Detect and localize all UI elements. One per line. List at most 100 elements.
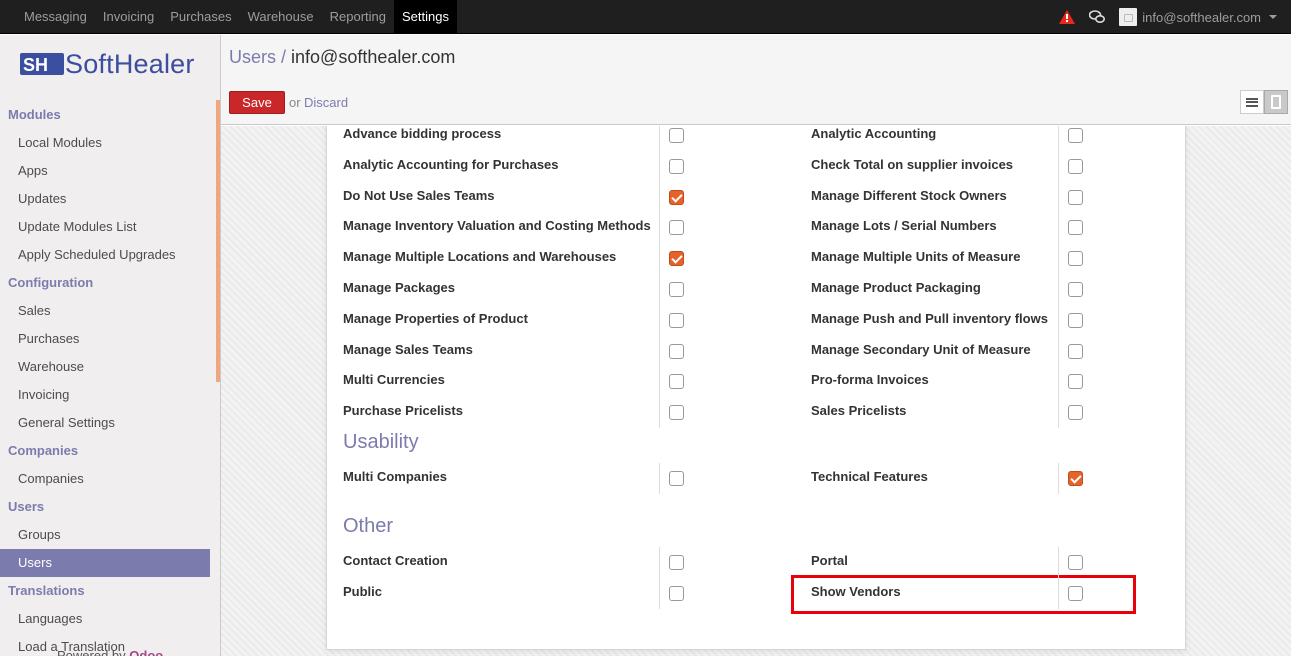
checkbox-analytic-accounting[interactable] xyxy=(1068,128,1083,143)
form-sheet: Advance bidding process Analytic Accounti… xyxy=(326,126,1186,650)
checkbox-manage-sales-teams[interactable] xyxy=(669,343,684,359)
list-view-button[interactable] xyxy=(1240,90,1264,114)
form-content-area: Advance bidding process Analytic Accounti… xyxy=(221,126,1291,656)
sidebar-item-invoicing[interactable]: Invoicing xyxy=(0,381,210,409)
chat-icon[interactable] xyxy=(1089,10,1106,24)
checkbox-manage-product-packaging[interactable] xyxy=(1068,282,1083,297)
checkbox-do-not-use-sales-teams[interactable] xyxy=(669,189,684,205)
setting-label: Manage Lots / Serial Numbers xyxy=(811,218,997,234)
user-email: info@softhealer.com xyxy=(1142,9,1261,25)
column-divider xyxy=(659,243,660,275)
column-divider xyxy=(1058,547,1059,578)
checkbox-sales-pricelists[interactable] xyxy=(1068,405,1083,421)
sidebar-item-apply-scheduled-upgrades[interactable]: Apply Scheduled Upgrades xyxy=(0,241,210,269)
odoo-link[interactable]: Odoo xyxy=(129,648,163,656)
column-divider xyxy=(1058,126,1059,151)
setting-label: Manage Secondary Unit of Measure xyxy=(811,341,1031,357)
column-divider xyxy=(1058,335,1059,367)
powered-by-label: Powered by xyxy=(57,648,126,656)
sidebar-scroll-accent xyxy=(216,100,220,382)
top-navbar: Messaging Invoicing Purchases Warehouse Repo… xyxy=(0,0,1291,34)
sidebar-item-languages[interactable]: Languages xyxy=(0,605,210,633)
setting-row: Multi Currencies Pro-forma Invoices xyxy=(327,366,1187,398)
sidebar-item-purchases[interactable]: Purchases xyxy=(0,325,210,353)
sidebar-item-companies[interactable]: Companies xyxy=(0,465,210,493)
powered-by: Powered by Odoo xyxy=(57,648,163,656)
checkbox-analytic-accounting-for-purchases[interactable] xyxy=(669,158,684,174)
setting-label: Purchase Pricelists xyxy=(343,403,463,419)
checkbox-manage-secondary-unit-of-measure[interactable] xyxy=(1068,343,1083,359)
column-divider xyxy=(1058,304,1059,336)
control-panel: Users / info@softhealer.com Save or Disc… xyxy=(221,35,1291,125)
form-view-button[interactable] xyxy=(1264,90,1288,114)
sidebar-item-warehouse[interactable]: Warehouse xyxy=(0,353,210,381)
checkbox-manage-multiple-locations-and-warehouses[interactable] xyxy=(669,251,684,267)
checkbox-technical-features[interactable] xyxy=(1068,471,1083,486)
checkbox-manage-multiple-units-of-measure[interactable] xyxy=(1068,251,1083,267)
checkbox-advance-bidding-process[interactable] xyxy=(669,128,684,143)
sidebar-section-users: Users xyxy=(8,499,45,514)
checkbox-manage-lots-serial-numbers[interactable] xyxy=(1068,220,1083,236)
top-menu-purchases[interactable]: Purchases xyxy=(162,0,239,34)
softhealer-logo[interactable]: SH SoftHealer xyxy=(20,49,195,79)
top-right-area: info@softhealer.com xyxy=(1059,0,1277,34)
setting-row: Analytic Accounting for Purchases Check T… xyxy=(327,150,1187,182)
sidebar-item-general-settings[interactable]: General Settings xyxy=(0,409,210,437)
column-divider xyxy=(659,274,660,305)
setting-label: Technical Features xyxy=(811,469,928,484)
checkbox-purchase-pricelists[interactable] xyxy=(669,405,684,421)
checkbox-portal[interactable] xyxy=(1068,555,1083,570)
sidebar-item-updates[interactable]: Updates xyxy=(0,185,210,213)
sidebar-item-sales[interactable]: Sales xyxy=(0,297,210,325)
checkbox-manage-properties-of-product[interactable] xyxy=(669,312,684,328)
top-menu-messaging[interactable]: Messaging xyxy=(16,0,95,34)
top-menu-reporting[interactable]: Reporting xyxy=(322,0,394,34)
setting-label: Show Vendors xyxy=(811,584,901,599)
top-menu-invoicing[interactable]: Invoicing xyxy=(95,0,162,34)
breadcrumb-users-link[interactable]: Users xyxy=(229,47,276,67)
discard-link[interactable]: Discard xyxy=(304,95,348,110)
checkbox-pro-forma-invoices[interactable] xyxy=(1068,374,1083,390)
column-divider xyxy=(659,335,660,367)
checkbox-manage-packages[interactable] xyxy=(669,282,684,297)
column-divider xyxy=(1058,578,1059,609)
setting-label: Manage Multiple Units of Measure xyxy=(811,249,1021,265)
setting-label: Multi Currencies xyxy=(343,372,445,388)
sidebar: SH SoftHealer Modules Local Modules Apps Up… xyxy=(0,35,221,656)
setting-label: Do Not Use Sales Teams xyxy=(343,187,495,203)
checkbox-multi-companies[interactable] xyxy=(669,471,684,486)
setting-row: Contact Creation Portal xyxy=(327,547,1187,578)
or-label: or xyxy=(289,95,301,110)
warning-icon[interactable] xyxy=(1059,10,1076,24)
sidebar-item-users[interactable]: Users xyxy=(0,549,210,577)
column-divider xyxy=(659,181,660,213)
sidebar-section-translations: Translations xyxy=(8,583,85,598)
top-menu-warehouse[interactable]: Warehouse xyxy=(240,0,322,34)
sidebar-item-update-modules-list[interactable]: Update Modules List xyxy=(0,213,210,241)
sidebar-section-configuration: Configuration xyxy=(8,275,94,290)
save-button[interactable]: Save xyxy=(229,91,285,114)
column-divider xyxy=(1058,181,1059,213)
column-divider xyxy=(1058,463,1059,494)
sidebar-item-groups[interactable]: Groups xyxy=(0,521,210,549)
top-menu: Messaging Invoicing Purchases Warehouse Repo… xyxy=(16,0,457,34)
checkbox-manage-inventory-valuation-and-costing-methods[interactable] xyxy=(669,220,684,236)
checkbox-show-vendors[interactable] xyxy=(1068,586,1083,601)
user-menu[interactable]: info@softhealer.com xyxy=(1119,8,1277,26)
form-icon xyxy=(1271,95,1281,109)
checkbox-multi-currencies[interactable] xyxy=(669,374,684,390)
sidebar-section-modules: Modules xyxy=(8,107,61,122)
column-divider xyxy=(659,397,660,429)
sidebar-item-local-modules[interactable]: Local Modules xyxy=(0,129,210,157)
setting-row: Manage Sales Teams Manage Secondary Unit … xyxy=(327,335,1187,367)
checkbox-check-total-on-supplier-invoices[interactable] xyxy=(1068,158,1083,174)
column-divider xyxy=(659,304,660,336)
setting-label: Manage Product Packaging xyxy=(811,280,981,295)
sidebar-item-apps[interactable]: Apps xyxy=(0,157,210,185)
checkbox-public[interactable] xyxy=(669,586,684,601)
top-menu-settings[interactable]: Settings xyxy=(393,0,457,34)
checkbox-manage-push-and-pull-inventory-flows[interactable] xyxy=(1068,312,1083,328)
checkbox-manage-different-stock-owners[interactable] xyxy=(1068,189,1083,205)
setting-label: Public xyxy=(343,584,383,599)
checkbox-contact-creation[interactable] xyxy=(669,555,684,570)
